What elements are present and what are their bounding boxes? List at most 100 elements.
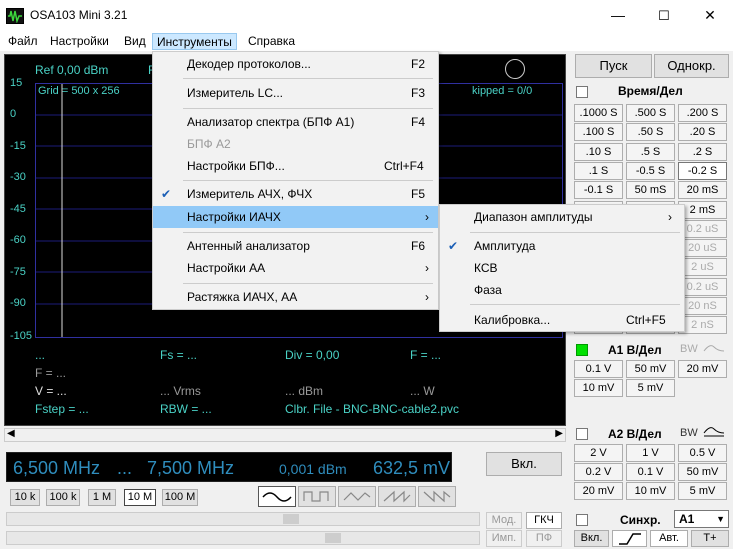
time-div-cell[interactable]: .2 S <box>678 142 727 161</box>
time-div-cell[interactable]: 50 mS <box>626 181 675 200</box>
time-div-cell[interactable]: .50 S <box>626 123 675 142</box>
a2-10mv-button[interactable]: 10 mV <box>626 482 675 500</box>
window-title: OSA103 Mini 3.21 <box>30 8 128 22</box>
menu-item-protocol-decoder[interactable]: Декодер протоколов... F2 <box>153 53 438 75</box>
time-div-cell[interactable]: 2 nS <box>678 316 727 335</box>
scroll-left-icon[interactable]: ◀ <box>7 428 15 439</box>
a2-0.1v-button[interactable]: 0.1 V <box>626 463 675 481</box>
time-div-cell[interactable]: .100 S <box>574 123 623 142</box>
time-div-cell[interactable]: .20 S <box>678 123 727 142</box>
mod-button[interactable]: Мод. <box>486 512 522 529</box>
menu-item-fft-a2[interactable]: БПФ А2 <box>153 133 438 155</box>
range-10k-button[interactable]: 10 k <box>10 489 40 506</box>
time-div-cell[interactable]: -0.5 S <box>626 161 675 180</box>
menu-item-fr-settings[interactable]: Настройки ИАЧХ › <box>153 206 438 228</box>
square-wave-icon[interactable] <box>298 486 336 507</box>
range-100m-button[interactable]: 100 M <box>162 489 198 506</box>
menu-item-stretch[interactable]: Растяжка ИАЧХ, АА › <box>153 286 438 308</box>
pf-button[interactable]: ПФ <box>526 530 562 547</box>
time-div-cell[interactable]: .500 S <box>626 104 675 122</box>
ref-level: Ref 0,00 dBm <box>35 63 109 77</box>
minimize-button[interactable]: — <box>595 0 641 31</box>
time-div-cell[interactable]: 20 nS <box>678 297 727 315</box>
time-div-cell[interactable]: 20 mS <box>678 181 727 200</box>
range-10m-button[interactable]: 10 M <box>124 489 156 506</box>
time-div-cell[interactable]: .5 S <box>626 142 675 161</box>
time-div-header: Время/Дел <box>618 84 683 98</box>
a2-20mv-button[interactable]: 20 mV <box>574 482 623 500</box>
scope-scrollbar[interactable]: ◀ ▶ <box>4 428 566 442</box>
menu-item-amplitude[interactable]: ✔ Амплитуда <box>440 235 684 257</box>
menu-item-fft-settings[interactable]: Настройки БПФ... Ctrl+F4 <box>153 155 438 177</box>
a1-5mv-button[interactable]: 5 mV <box>626 379 675 397</box>
menu-tools[interactable]: Инструменты <box>152 33 237 50</box>
menu-item-calibration[interactable]: Калибровка... Ctrl+F5 <box>440 309 684 331</box>
a2-enable-checkbox[interactable] <box>576 428 588 440</box>
time-div-cell[interactable]: .1 S <box>574 161 623 180</box>
trigger-auto-button[interactable]: Авт. <box>650 530 688 547</box>
frequency-slider[interactable] <box>6 512 480 526</box>
menu-settings[interactable]: Настройки <box>46 33 113 50</box>
a2-50mv-button[interactable]: 50 mV <box>678 463 727 481</box>
sync-source-select[interactable]: A1 ▼ <box>674 510 729 528</box>
single-button[interactable]: Однокр. <box>654 54 729 78</box>
a2-5mv-button[interactable]: 5 mV <box>678 482 727 500</box>
menu-item-spectrum-analyzer[interactable]: Анализатор спектра (БПФ А1) F4 <box>153 111 438 133</box>
time-div-cell[interactable]: 0.2 uS <box>678 219 727 238</box>
a2-2v-button[interactable]: 2 V <box>574 444 623 462</box>
a1-10mv-button[interactable]: 10 mV <box>574 379 623 397</box>
range-100k-button[interactable]: 100 k <box>46 489 80 506</box>
time-div-cell[interactable]: 2 mS <box>678 200 727 219</box>
a1-20mv-button[interactable]: 20 mV <box>678 360 727 378</box>
time-div-cell[interactable]: -0.1 S <box>574 181 623 200</box>
menu-item-amplitude-range[interactable]: Диапазон амплитуды › <box>440 206 684 228</box>
menu-help[interactable]: Справка <box>244 33 299 50</box>
time-div-cell[interactable]: -0.2 S <box>678 161 727 180</box>
range-1m-button[interactable]: 1 M <box>88 489 116 506</box>
a1-50mv-button[interactable]: 50 mV <box>626 360 675 378</box>
a1-bw-icon[interactable] <box>702 341 726 358</box>
a2-0.2v-button[interactable]: 0.2 V <box>574 463 623 481</box>
sawtooth-wave-icon[interactable] <box>378 486 416 507</box>
slider-thumb[interactable] <box>283 514 299 524</box>
close-button[interactable]: ✕ <box>687 0 733 31</box>
a2-1v-button[interactable]: 1 V <box>626 444 675 462</box>
a2-bw-icon[interactable] <box>702 425 726 442</box>
reverse-sawtooth-icon[interactable] <box>418 486 456 507</box>
trigger-edge-icon[interactable] <box>612 530 647 547</box>
amplitude-slider[interactable] <box>6 531 480 545</box>
time-div-cell[interactable]: 20 uS <box>678 239 727 258</box>
menu-item-antenna-analyzer[interactable]: Антенный анализатор F6 <box>153 235 438 257</box>
a1-0.1v-button[interactable]: 0.1 V <box>574 360 623 378</box>
a2-0.5v-button[interactable]: 0.5 V <box>678 444 727 462</box>
time-div-cell[interactable]: .10 S <box>574 142 623 161</box>
sync-checkbox[interactable] <box>576 514 588 526</box>
a1-enable-checkbox[interactable] <box>576 344 588 356</box>
time-div-checkbox[interactable] <box>576 86 588 98</box>
maximize-button[interactable]: ☐ <box>641 0 687 31</box>
menu-item-phase[interactable]: Фаза <box>440 279 684 301</box>
menu-item-frequency-response[interactable]: ✔ Измеритель АЧХ, ФЧХ F5 <box>153 183 438 205</box>
menu-item-aa-settings[interactable]: Настройки АА › <box>153 257 438 279</box>
trigger-t-plus-button[interactable]: T+ <box>691 530 729 547</box>
sine-wave-icon[interactable] <box>258 486 296 507</box>
slider-thumb[interactable] <box>325 533 341 543</box>
frequency-display: 6,500 MHz ... 7,500 MHz 0,001 dBm 632,5 … <box>6 452 452 482</box>
generator-on-button[interactable]: Вкл. <box>486 452 562 476</box>
calibration-file: Clbr. File - BNC-BNC-cable2.pvc <box>285 402 460 416</box>
menu-item-vswr[interactable]: КСВ <box>440 257 684 279</box>
menu-item-lc-meter[interactable]: Измеритель LC... F3 <box>153 82 438 104</box>
time-div-cell[interactable]: .200 S <box>678 104 727 122</box>
sweep-generator-button[interactable]: ГКЧ <box>526 512 562 529</box>
scroll-right-icon[interactable]: ▶ <box>555 428 563 439</box>
sync-on-button[interactable]: Вкл. <box>574 530 609 547</box>
start-button[interactable]: Пуск <box>575 54 652 78</box>
time-div-cell[interactable]: 0.2 uS <box>678 277 727 296</box>
triangle-wave-icon[interactable] <box>338 486 376 507</box>
time-div-cell[interactable]: 2 uS <box>678 258 727 277</box>
menu-item-label: Калибровка... <box>474 313 551 327</box>
menu-file[interactable]: Файл <box>4 33 42 50</box>
pulse-button[interactable]: Имп. <box>486 530 522 547</box>
time-div-cell[interactable]: .1000 S <box>574 104 623 122</box>
menu-view[interactable]: Вид <box>120 33 150 50</box>
